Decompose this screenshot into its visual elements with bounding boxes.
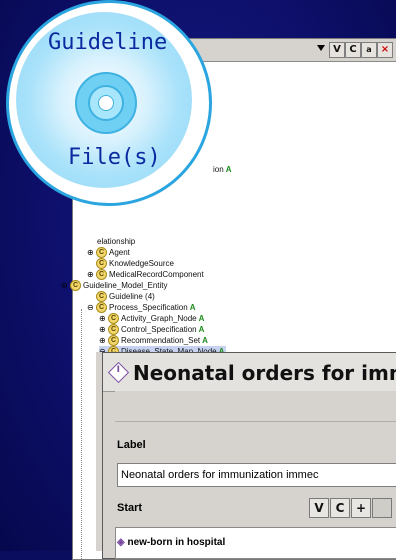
label-heading: Label bbox=[117, 439, 146, 451]
class-icon: C bbox=[70, 280, 81, 291]
abstract-marker: A bbox=[198, 325, 205, 334]
delete-button[interactable]: × bbox=[377, 42, 393, 58]
dialog-titlebar[interactable]: I Neonatal orders for imn bbox=[103, 353, 396, 392]
expand-icon[interactable]: ⊕ bbox=[87, 269, 96, 280]
expand-icon[interactable]: ⊕ bbox=[87, 247, 96, 258]
cd-disc-graphic: Guideline File(s) bbox=[6, 0, 212, 206]
tree-node-label: Guideline (4) bbox=[109, 292, 155, 301]
class-icon: C bbox=[108, 324, 119, 335]
start-view-button[interactable]: V bbox=[309, 498, 329, 518]
expand-icon[interactable]: ⊕ bbox=[99, 324, 108, 335]
view-button[interactable]: V bbox=[329, 42, 345, 58]
instance-icon: ◈ bbox=[117, 537, 128, 548]
class-icon: C bbox=[96, 302, 107, 313]
class-icon: C bbox=[108, 335, 119, 346]
instance-icon: I bbox=[107, 361, 130, 384]
start-add-button[interactable]: + bbox=[351, 498, 371, 518]
cd-label-top: Guideline bbox=[48, 30, 168, 55]
start-item-label: new-born in hospital bbox=[127, 537, 226, 548]
tree-node-label: Activity_Graph_Node bbox=[121, 314, 197, 323]
class-icon: C bbox=[96, 291, 107, 302]
dialog-title: Neonatal orders for imn bbox=[133, 361, 396, 385]
tree-line bbox=[81, 309, 82, 559]
class-icon: C bbox=[96, 269, 107, 280]
tree-node-label: Process_Specification bbox=[109, 303, 188, 312]
add-button[interactable]: a bbox=[361, 42, 377, 58]
tree-node-label: KnowledgeSource bbox=[109, 259, 174, 268]
abstract-marker: A bbox=[189, 303, 196, 312]
tree-node[interactable]: ⊖ C Process_Specification A bbox=[87, 302, 196, 313]
cd-center-hole bbox=[98, 95, 114, 111]
tree-node[interactable]: ⊕ C MedicalRecordComponent bbox=[87, 269, 204, 280]
label-text-field[interactable]: Neonatal orders for immunization immec bbox=[117, 463, 396, 487]
tree-node-label: ion bbox=[213, 165, 224, 174]
tree-node[interactable]: C KnowledgeSource bbox=[87, 258, 174, 269]
tree-node[interactable]: ⊕ C Recommendation_Set A bbox=[99, 335, 208, 346]
abstract-marker: A bbox=[225, 165, 232, 174]
tree-node[interactable]: ion A bbox=[213, 164, 231, 175]
tree-node-label: Agent bbox=[109, 248, 130, 257]
tree-node-label: MedicalRecordComponent bbox=[109, 270, 204, 279]
dialog-toolbar-row bbox=[115, 391, 396, 422]
expand-icon[interactable]: ⊕ bbox=[99, 335, 108, 346]
tree-node[interactable]: C Guideline (4) bbox=[87, 291, 155, 302]
tree-node-label: Recommendation_Set bbox=[121, 336, 201, 345]
expand-icon[interactable]: ⊕ bbox=[99, 313, 108, 324]
tree-node-label: Guideline_Model_Entity bbox=[83, 281, 168, 290]
collapse-icon[interactable]: ⊖ bbox=[87, 302, 96, 313]
tree-node[interactable]: ⊖ C Guideline_Model_Entity bbox=[61, 280, 168, 291]
abstract-marker: A bbox=[198, 314, 205, 323]
class-icon: C bbox=[108, 313, 119, 324]
collapse-icon[interactable]: ⊖ bbox=[61, 280, 70, 291]
create-button[interactable]: C bbox=[345, 42, 361, 58]
dropdown-arrow-icon[interactable] bbox=[317, 45, 325, 51]
cd-label-bottom: File(s) bbox=[68, 145, 161, 170]
tree-node[interactable]: ⊕ C Activity_Graph_Node A bbox=[99, 313, 204, 324]
tree-node-label: elationship bbox=[97, 237, 136, 246]
start-list-item[interactable]: ◈ new-born in hospital bbox=[117, 537, 225, 548]
tree-node[interactable]: ⊕ C Agent bbox=[87, 247, 130, 258]
start-remove-button[interactable] bbox=[372, 498, 392, 518]
start-create-button[interactable]: C bbox=[330, 498, 350, 518]
tree-node[interactable]: elationship bbox=[87, 236, 135, 247]
tree-node-label: Control_Specification bbox=[121, 325, 197, 334]
abstract-marker: A bbox=[202, 336, 208, 345]
start-heading: Start bbox=[117, 502, 143, 514]
class-icon: C bbox=[96, 258, 107, 269]
instance-dialog: I Neonatal orders for imn Label Neonatal… bbox=[102, 352, 396, 559]
tree-node[interactable]: ⊕ C Control_Specification A bbox=[99, 324, 204, 335]
class-icon: C bbox=[96, 247, 107, 258]
